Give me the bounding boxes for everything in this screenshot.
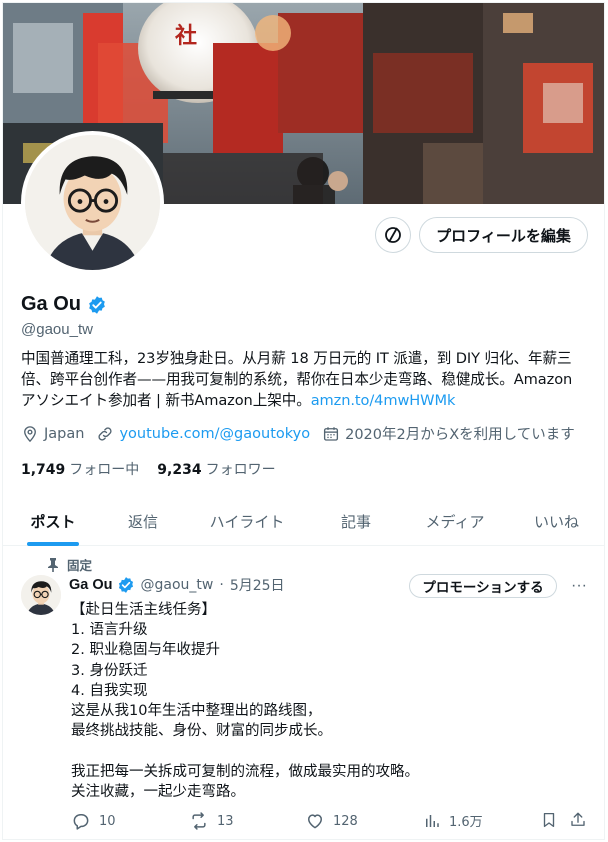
- reply-count: 10: [99, 813, 116, 829]
- reply-button[interactable]: 10: [71, 811, 116, 831]
- location-text: Japan: [44, 425, 85, 442]
- profile-page: 社 プロフィールを編集 Ga Ou @gaou_tw 中国普通理工科，23岁独身…: [2, 2, 605, 840]
- location-pin-icon: [24, 425, 36, 442]
- website-link[interactable]: youtube.com/@gaoutokyo: [119, 426, 310, 442]
- tab-posts[interactable]: ポスト: [3, 496, 103, 546]
- profile-website[interactable]: youtube.com/@gaoutokyo: [96, 425, 310, 443]
- pinned-label: 固定: [67, 558, 93, 573]
- share-icon: [571, 812, 585, 826]
- followers-link[interactable]: 9,234 フォロワー: [157, 459, 275, 479]
- following-count: 1,749: [21, 462, 66, 478]
- more-options-icon[interactable]: ···: [567, 575, 591, 597]
- views-chart-icon: [426, 814, 439, 827]
- like-button[interactable]: 128: [305, 811, 358, 831]
- repost-icon: [192, 812, 206, 830]
- bio-link[interactable]: amzn.to/4mwHWMk: [311, 392, 456, 409]
- profile-joined: 2020年2月からXを利用しています: [322, 423, 575, 444]
- pin-icon: [48, 557, 58, 572]
- svg-text:社: 社: [175, 23, 197, 49]
- verified-badge-icon[interactable]: [117, 576, 135, 594]
- tab-articles[interactable]: 記事: [311, 496, 401, 546]
- profile-name-row: Ga Ou: [21, 293, 107, 316]
- followers-label: フォロワー: [205, 462, 276, 478]
- profile-tabs: ポスト 返信 ハイライト 記事 メディア いいね: [3, 496, 604, 546]
- profile-handle: @gaou_tw: [21, 321, 93, 338]
- profile-avatar[interactable]: [21, 131, 164, 274]
- tab-replies[interactable]: 返信: [103, 496, 183, 546]
- avatar-illustration: [21, 575, 61, 615]
- heart-icon: [308, 814, 322, 829]
- post-header: Ga Ou @gaou_tw · 5月25日: [69, 575, 285, 595]
- post-separator: ·: [219, 577, 224, 593]
- profile-location: Japan: [21, 425, 84, 443]
- tab-media[interactable]: メディア: [401, 496, 509, 546]
- tab-highlights[interactable]: ハイライト: [183, 496, 311, 546]
- post-date[interactable]: 5月25日: [230, 575, 285, 595]
- post-author-name[interactable]: Ga Ou: [69, 577, 113, 593]
- following-label: フォロー中: [69, 462, 140, 478]
- post-author-handle[interactable]: @gaou_tw: [141, 577, 214, 593]
- joined-text: 2020年2月からXを利用しています: [345, 427, 575, 443]
- promote-button[interactable]: プロモーションする: [409, 574, 557, 598]
- profile-name: Ga Ou: [21, 293, 82, 315]
- avatar-illustration: [25, 135, 160, 270]
- post-body: 【赴日生活主线任务】 1. 语言升级 2. 职业稳固与年收提升 3. 身份跃迁 …: [71, 602, 419, 800]
- pinned-indicator: 固定: [47, 555, 92, 574]
- post-actions: 10 13 128 1.6万: [71, 811, 591, 835]
- like-count: 128: [333, 813, 358, 829]
- follow-stats: 1,749 フォロー中 9,234 フォロワー: [21, 459, 276, 479]
- profile-meta: Japan youtube.com/@gaoutokyo 2020年2月からXを…: [21, 423, 587, 444]
- link-icon: [98, 426, 113, 441]
- followers-count: 9,234: [157, 462, 202, 478]
- post-author-avatar[interactable]: [21, 575, 61, 615]
- views-button[interactable]: 1.6万: [423, 811, 483, 830]
- views-count: 1.6万: [449, 815, 483, 830]
- tab-likes[interactable]: いいね: [509, 496, 604, 546]
- bio-text: 中国普通理工科，23岁独身赴日。从月薪 18 万日元的 IT 派遣，到 DIY …: [21, 350, 573, 409]
- edit-profile-button[interactable]: プロフィールを編集: [419, 217, 588, 253]
- circle-slash-button[interactable]: [375, 217, 411, 253]
- repost-count: 13: [217, 813, 234, 829]
- calendar-icon: [324, 426, 339, 441]
- circle-slash-icon: [385, 227, 401, 243]
- share-button[interactable]: [569, 811, 587, 829]
- bookmark-icon: [543, 812, 555, 828]
- repost-button[interactable]: 13: [189, 811, 234, 831]
- bookmark-button[interactable]: [540, 811, 558, 829]
- following-link[interactable]: 1,749 フォロー中: [21, 459, 139, 479]
- verified-badge-icon[interactable]: [87, 295, 107, 315]
- reply-icon: [73, 814, 89, 830]
- profile-bio: 中国普通理工科，23岁独身赴日。从月薪 18 万日元的 IT 派遣，到 DIY …: [21, 348, 591, 411]
